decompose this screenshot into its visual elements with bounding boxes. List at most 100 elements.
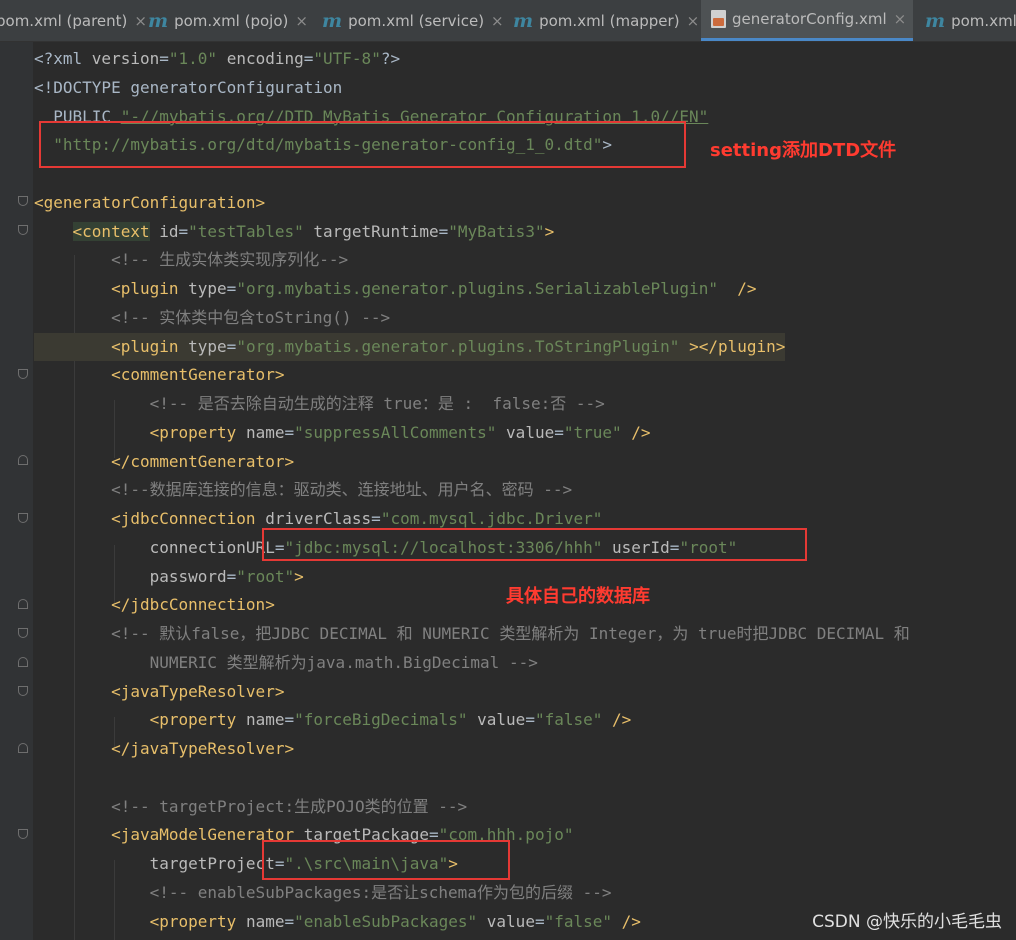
code-token: </javaTypeResolver>: [34, 739, 295, 758]
code-token: =: [159, 49, 169, 68]
code-line: <!-- 实体类中包含toString() -->: [34, 304, 390, 332]
code-token: <commentGenerator>: [34, 365, 285, 385]
code-editor[interactable]: <?xml version="1.0" encoding="UTF-8"?> <!…: [0, 42, 1016, 940]
code-token: <context: [72, 221, 150, 241]
code-token: =: [371, 509, 381, 528]
code-token: </commentGenerator>: [34, 451, 295, 471]
code-line: <generatorConfiguration>: [34, 189, 265, 217]
code-token: =: [303, 49, 314, 68]
code-token: <!--数据库连接的信息：驱动类、连接地址、用户名、密码 -->: [34, 480, 573, 500]
close-icon[interactable]: ×: [491, 12, 504, 30]
code-token: name: [245, 422, 285, 442]
code-token: ></plugin>: [689, 336, 786, 356]
code-token: "MyBatis3": [448, 221, 545, 241]
code-token: />: [612, 710, 632, 730]
db-url-highlight-box: [262, 528, 807, 561]
code-token: "false": [534, 710, 603, 730]
maven-icon: m: [925, 9, 946, 32]
code-token: <!-- enableSubPackages:是否让schema作为包的后缀 -…: [34, 882, 612, 902]
code-token: targetRuntime: [313, 221, 439, 241]
tab-pom-service[interactable]: m pom.xml (service) ×: [312, 0, 504, 41]
code-token: >: [294, 566, 304, 586]
code-token: =: [534, 911, 545, 931]
code-token: <plugin: [34, 279, 179, 298]
code-token: "false": [544, 911, 613, 931]
code-token: targetProject: [149, 854, 275, 873]
tab-pom-mapper[interactable]: m pom.xml (mapper) ×: [503, 0, 699, 41]
code-line: <plugin type="org.mybatis.generator.plug…: [34, 275, 756, 303]
close-icon[interactable]: ×: [894, 10, 907, 28]
code-token: id: [159, 221, 179, 241]
code-token: type: [188, 279, 227, 298]
code-line: <plugin type="org.mybatis.generator.plug…: [34, 332, 786, 361]
code-token: "suppressAllComments": [294, 422, 497, 442]
tab-label: pom.xml (mapper): [539, 11, 680, 30]
code-line: <property name="forceBigDecimals" value=…: [34, 706, 632, 734]
editor-tab-bar: pom.xml (parent) × m pom.xml (pojo) × m …: [0, 0, 1016, 42]
dtd-annotation: setting添加DTD文件: [710, 140, 897, 161]
code-token: <!-- 默认false，把JDBC DECIMAL 和 NUMERIC 类型解…: [34, 624, 910, 643]
code-line: </jdbcConnection>: [34, 591, 275, 619]
code-token: =: [284, 911, 295, 931]
code-token: =: [226, 566, 237, 586]
code-line: <?xml version="1.0" encoding="UTF-8"?>: [34, 45, 400, 73]
code-token: =: [226, 336, 237, 356]
code-token: <!-- 生成实体类实现序列化-->: [34, 250, 349, 270]
code-line: <property name="suppressAllComments" val…: [34, 419, 651, 447]
code-token: encoding: [226, 49, 304, 68]
code-token: "1.0": [168, 49, 218, 68]
code-token: value: [486, 911, 535, 931]
dtd-highlight-box: [39, 121, 686, 168]
target-project-highlight-box: [262, 840, 510, 880]
tab-label: pom.xml (parent): [0, 11, 128, 30]
code-token: =: [554, 422, 564, 442]
code-token: "root": [236, 566, 295, 586]
code-token: driverClass: [265, 509, 372, 528]
tab-label: pom.xml (pojo): [174, 11, 289, 30]
code-token: <!-- 实体类中包含toString() -->: [34, 307, 391, 327]
maven-icon: m: [513, 9, 534, 32]
code-token: "org.mybatis.generator.plugins.Serializa…: [236, 279, 718, 298]
code-token: type: [188, 336, 227, 356]
code-token: <?xml: [34, 49, 92, 68]
tab-pom[interactable]: m pom.xml: [915, 0, 1016, 41]
code-token: <javaTypeResolver>: [34, 681, 285, 701]
tab-generator-config[interactable]: generatorConfig.xml ×: [701, 0, 913, 41]
code-line: <!-- 默认false，把JDBC DECIMAL 和 NUMERIC 类型解…: [34, 620, 910, 648]
code-token: =: [284, 710, 295, 730]
code-token: <jdbcConnection: [34, 509, 256, 528]
code-token: "org.mybatis.generator.plugins.ToStringP…: [236, 336, 680, 356]
code-token: <!-- targetProject:生成POJO类的位置 -->: [34, 796, 468, 816]
code-token: =: [525, 710, 535, 730]
code-token: <!DOCTYPE generatorConfiguration: [34, 77, 343, 97]
code-line: <!--数据库连接的信息：驱动类、连接地址、用户名、密码 -->: [34, 476, 572, 504]
code-line: </javaTypeResolver>: [34, 735, 294, 763]
code-token: <!-- 是否去除自动生成的注释 true：是 : false:否 -->: [34, 394, 605, 413]
close-icon[interactable]: ×: [295, 12, 308, 30]
code-token: "com.mysql.jdbc.Driver": [380, 509, 603, 528]
code-token: password: [149, 566, 227, 586]
tab-pom-parent[interactable]: pom.xml (parent) ×: [0, 0, 147, 41]
code-line: <!-- targetProject:生成POJO类的位置 -->: [34, 793, 467, 821]
code-token: />: [737, 279, 757, 298]
code-line: <!-- 是否去除自动生成的注释 true：是 : false:否 -->: [34, 390, 605, 418]
code-token: =: [438, 221, 449, 241]
code-line: password="root">: [34, 563, 304, 591]
code-token: ?>: [380, 49, 401, 68]
code-token: NUMERIC 类型解析为java.math.BigDecimal -->: [34, 652, 538, 672]
code-token: =: [178, 221, 189, 241]
tab-pom-pojo[interactable]: m pom.xml (pojo) ×: [138, 0, 310, 41]
code-token: <plugin: [34, 336, 179, 356]
close-icon[interactable]: ×: [687, 12, 700, 30]
